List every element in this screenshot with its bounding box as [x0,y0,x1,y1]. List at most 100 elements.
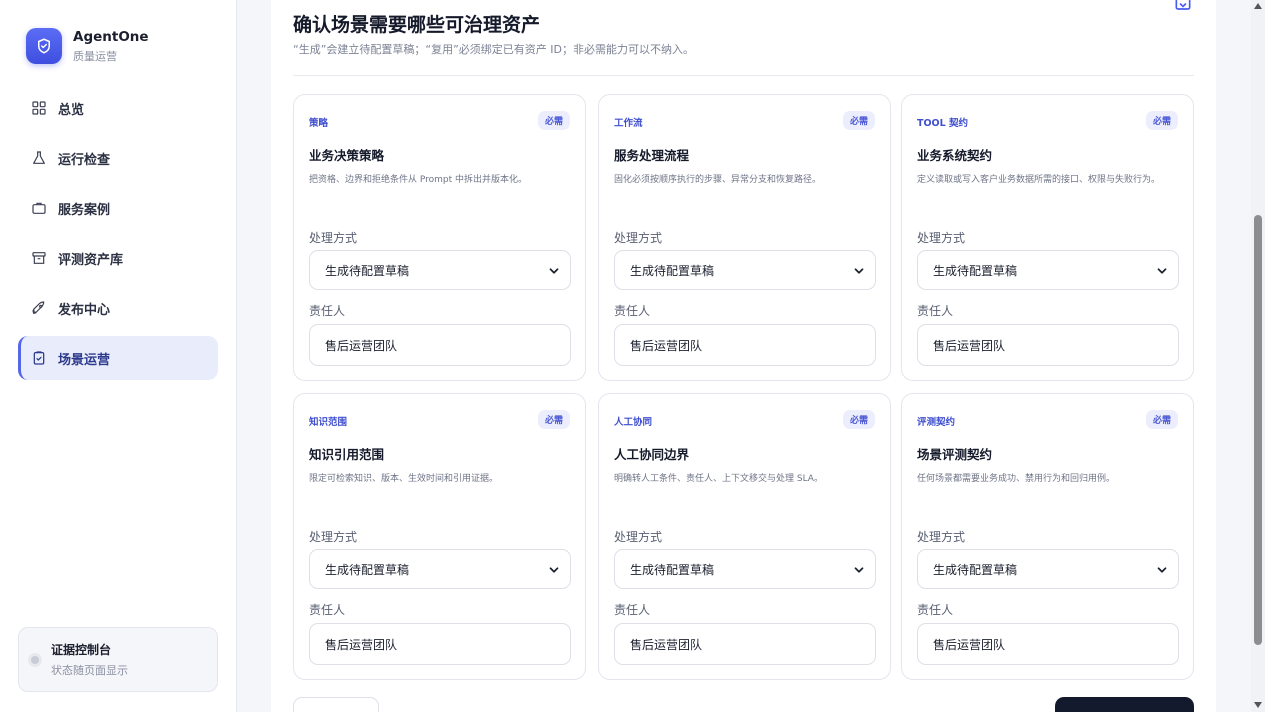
shield-check-icon [26,28,62,64]
sidebar-item-scenario-ops[interactable]: 场景运营 [18,336,218,380]
evidence-subtitle: 状态随页面显示 [51,664,128,677]
sidebar: AgentOne 质量运营 总览 运行检查 服务案例 评测资产库 发布中心 场景… [0,0,237,712]
card-description: 固化必须按顺序执行的步骤、异常分支和恢复路径。 [614,175,822,185]
status-dot-icon [31,655,39,664]
card-title: 人工协同边界 [614,447,690,462]
sidebar-item-overview[interactable]: 总览 [18,86,218,130]
card-title: 业务系统契约 [917,148,993,163]
owner-label: 责任人 [917,304,954,318]
sidebar-nav: 总览 运行检查 服务案例 评测资产库 发布中心 场景运营 [18,86,218,386]
method-select[interactable]: 生成待配置草稿 [614,549,876,589]
owner-value: 售后运营团队 [933,338,1006,353]
sidebar-item-release-center[interactable]: 发布中心 [18,286,218,330]
card-title: 场景评测契约 [917,447,993,462]
owner-value: 售后运营团队 [325,637,398,652]
card-description: 定义读取或写入客户业务数据所需的接口、权限与失败行为。 [917,175,1161,185]
method-label: 处理方式 [309,231,358,245]
asset-card-knowledge-scope: 知识范围 必需 知识引用范围 限定可检索知识、版本、生效时间和引用证据。 处理方… [293,393,586,680]
chevron-down-icon [854,567,864,573]
rocket-icon [30,299,48,317]
chevron-down-icon [854,268,864,274]
chevron-down-icon [549,567,559,573]
card-description: 把资格、边界和拒绝条件从 Prompt 中拆出并版本化。 [309,175,528,185]
owner-input[interactable]: 售后运营团队 [309,623,571,665]
divider [293,75,1194,76]
required-badge: 必需 [1145,111,1178,130]
scrollbar-thumb[interactable] [1254,215,1262,645]
method-label: 处理方式 [614,231,663,245]
back-button[interactable] [293,697,379,712]
sidebar-item-label: 服务案例 [58,202,111,218]
card-description: 明确转人工条件、责任人、上下文移交与处理 SLA。 [614,474,823,484]
method-value: 生成待配置草稿 [325,562,410,577]
sidebar-item-eval-assets[interactable]: 评测资产库 [18,236,218,280]
asset-card-eval-contract: 评测契约 必需 场景评测契约 任何场景都需要业务成功、禁用行为和回归用例。 处理… [901,393,1194,680]
method-select[interactable]: 生成待配置草稿 [917,250,1179,290]
owner-input[interactable]: 售后运营团队 [917,324,1179,366]
sidebar-item-run-check[interactable]: 运行检查 [18,136,218,180]
sidebar-item-service-cases[interactable]: 服务案例 [18,186,218,230]
card-title: 知识引用范围 [309,447,385,462]
owner-label: 责任人 [614,304,651,318]
required-badge: 必需 [842,410,875,429]
asset-card-tool-contract: TOOL 契约 必需 业务系统契约 定义读取或写入客户业务数据所需的接口、权限与… [901,94,1194,381]
method-label: 处理方式 [917,231,966,245]
scroll-down-icon[interactable] [1254,702,1262,708]
owner-value: 售后运营团队 [630,637,703,652]
method-select[interactable]: 生成待配置草稿 [309,250,571,290]
method-select[interactable]: 生成待配置草稿 [614,250,876,290]
owner-value: 售后运营团队 [630,338,703,353]
grid-icon [30,99,48,117]
card-category: TOOL 契约 [917,118,968,129]
method-label: 处理方式 [614,530,663,544]
owner-value: 售后运营团队 [325,338,398,353]
card-title: 业务决策策略 [309,148,385,163]
chevron-down-icon [1157,268,1167,274]
evidence-title: 证据控制台 [51,643,112,657]
card-category: 人工协同 [614,417,653,428]
chevron-down-icon [549,268,559,274]
scrollbar[interactable] [1251,0,1265,712]
continue-button[interactable] [1055,697,1194,712]
scroll-up-icon[interactable] [1254,3,1262,9]
owner-input[interactable]: 售后运营团队 [917,623,1179,665]
method-select[interactable]: 生成待配置草稿 [917,549,1179,589]
method-select[interactable]: 生成待配置草稿 [309,549,571,589]
card-description: 任何场景都需要业务成功、禁用行为和回归用例。 [917,474,1116,484]
archive-icon [30,249,48,267]
brand-subtitle: 质量运营 [73,49,117,63]
method-label: 处理方式 [309,530,358,544]
asset-card-workflow: 工作流 必需 服务处理流程 固化必须按顺序执行的步骤、异常分支和恢复路径。 处理… [598,94,891,381]
owner-input[interactable]: 售后运营团队 [614,623,876,665]
method-label: 处理方式 [917,530,966,544]
method-value: 生成待配置草稿 [933,562,1018,577]
owner-label: 责任人 [917,603,954,617]
collapse-icon[interactable] [1173,0,1193,18]
owner-label: 责任人 [614,603,651,617]
sidebar-item-label: 运行检查 [58,152,111,168]
owner-input[interactable]: 售后运营团队 [614,324,876,366]
sidebar-item-label: 发布中心 [58,302,111,318]
method-value: 生成待配置草稿 [630,263,715,278]
required-badge: 必需 [537,111,570,130]
card-description: 限定可检索知识、版本、生效时间和引用证据。 [309,474,499,484]
card-category: 策略 [309,118,329,129]
card-category: 评测契约 [917,417,956,428]
brand-name: AgentOne [73,28,149,45]
owner-value: 售后运营团队 [933,637,1006,652]
page-subtitle: “生成”会建立待配置草稿；“复用”必须绑定已有资产 ID；非必需能力可以不纳入。 [293,43,695,56]
sidebar-item-label: 总览 [58,102,85,118]
asset-card-human-collab: 人工协同 必需 人工协同边界 明确转人工条件、责任人、上下文移交与处理 SLA。… [598,393,891,680]
required-badge: 必需 [537,410,570,429]
briefcase-icon [30,199,48,217]
required-badge: 必需 [1145,410,1178,429]
page-title: 确认场景需要哪些可治理资产 [293,14,541,36]
clipboard-check-icon [30,349,48,367]
card-category: 工作流 [614,118,643,129]
brand[interactable]: AgentOne 质量运营 [26,28,149,64]
chevron-down-icon [1157,567,1167,573]
evidence-console[interactable]: 证据控制台 状态随页面显示 [18,627,218,692]
card-category: 知识范围 [309,417,348,428]
owner-input[interactable]: 售后运营团队 [309,324,571,366]
flask-icon [30,149,48,167]
